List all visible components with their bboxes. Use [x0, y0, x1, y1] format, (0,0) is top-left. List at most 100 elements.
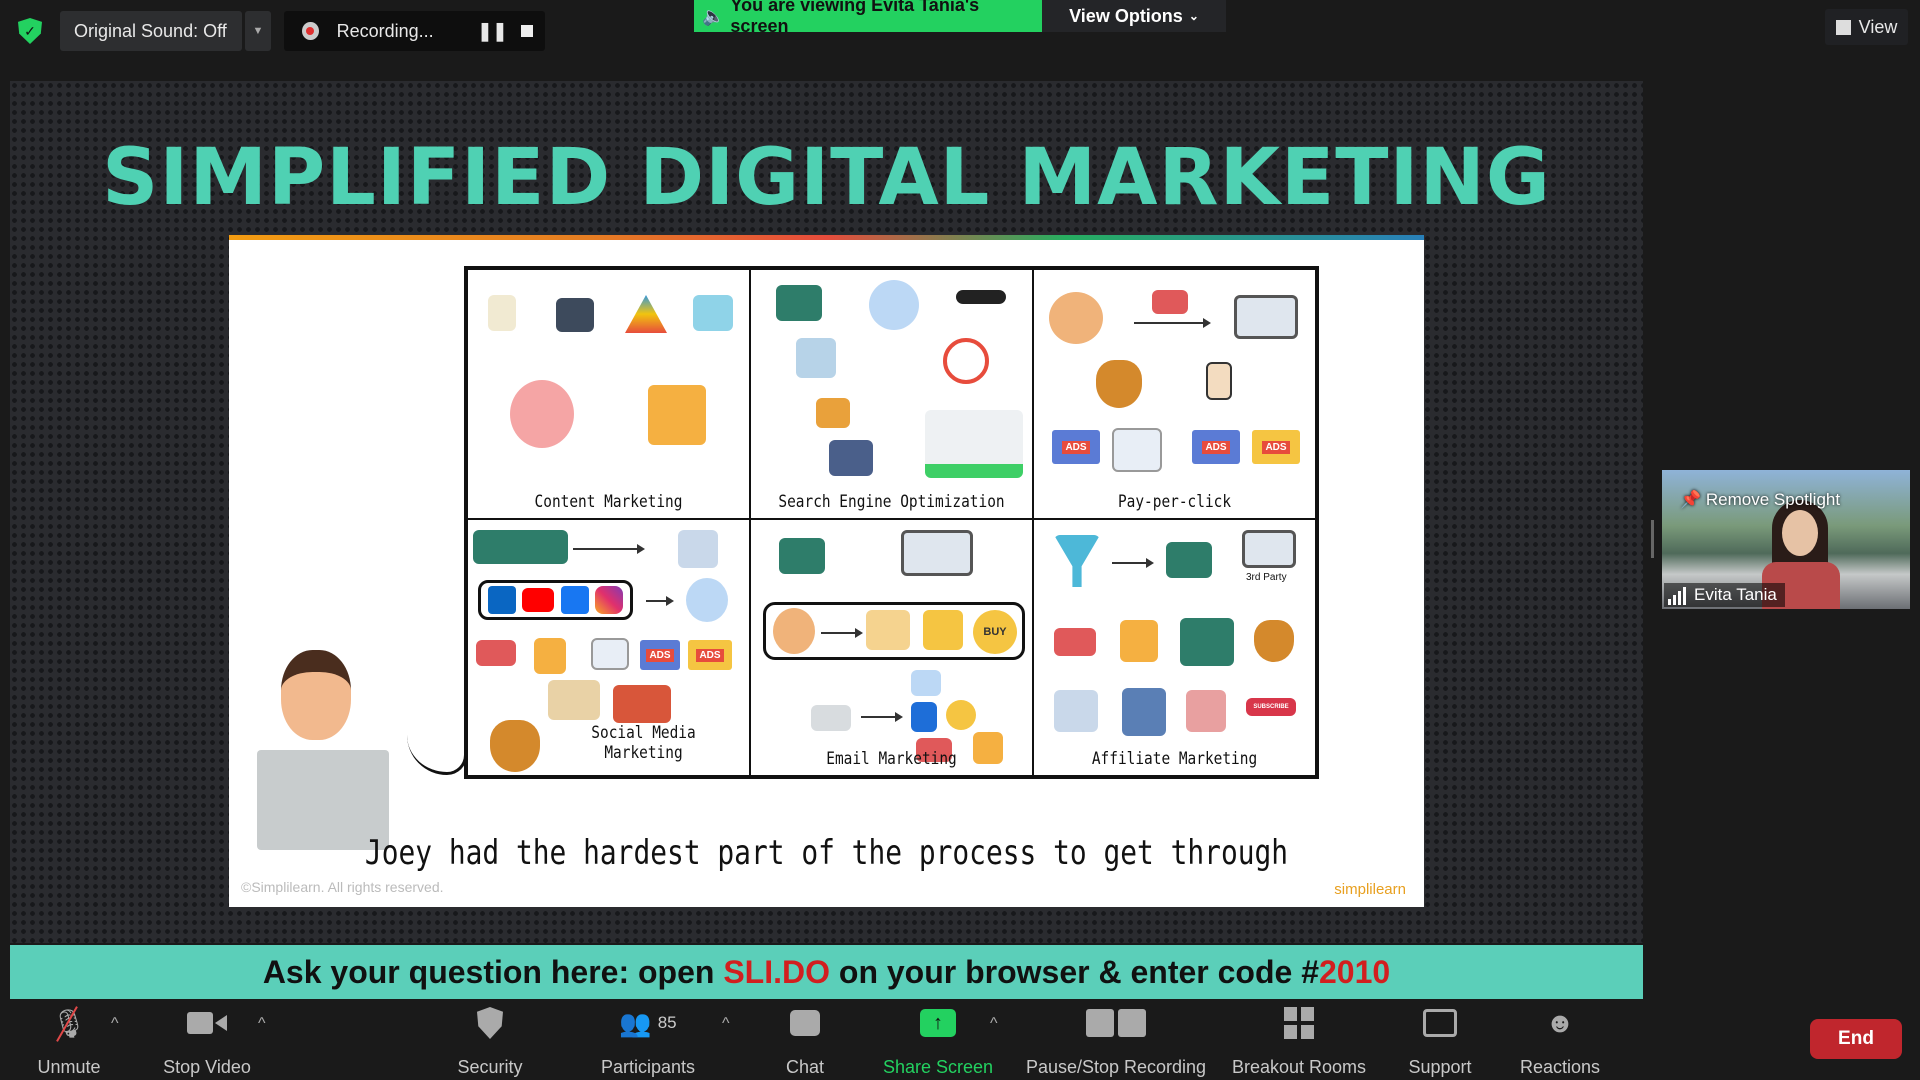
question-icon [911, 702, 937, 732]
pause-recording-button[interactable]: ❚❚ [475, 21, 510, 42]
slido-code: 2010 [1319, 954, 1391, 990]
original-sound-dropdown[interactable]: ▼ [245, 11, 271, 51]
cell-label: Content Marketing [534, 492, 683, 512]
gift-hands-icon [534, 638, 566, 674]
slide-title: SIMPLIFIED DIGITAL MARKETING [102, 133, 1551, 223]
cell-content-marketing: Content Marketing [467, 269, 750, 519]
color-bar [229, 235, 1424, 240]
cell-label: Affiliate Marketing [1091, 749, 1258, 769]
slide-caption: Joey had the hardest part of the process… [364, 833, 1289, 873]
team-icon [779, 538, 825, 574]
arrow [1134, 318, 1211, 328]
webpage-icon [1112, 428, 1162, 472]
monitor-icon [1242, 530, 1296, 568]
worker-icon [923, 610, 963, 650]
sliders-icon [829, 440, 873, 476]
participants-icon: 👥 [619, 1007, 652, 1038]
participants-button[interactable]: 👥 85 Participants [588, 1003, 708, 1078]
participants-options-caret[interactable]: ^ [722, 1015, 730, 1033]
view-button[interactable]: View [1825, 9, 1908, 45]
email-icon [811, 705, 851, 731]
audience-icon [473, 530, 568, 564]
buy-icon [946, 700, 976, 730]
end-meeting-button[interactable]: End [1810, 1019, 1902, 1059]
breakout-rooms-icon [1219, 1003, 1379, 1043]
cell-affiliate: 3rd Party SUBSCRIBE Affiliate Marketing [1033, 519, 1316, 776]
network-icon [686, 578, 728, 622]
reactions-button[interactable]: ☻ Reactions [1500, 1003, 1620, 1078]
arrow [821, 628, 863, 638]
stop-icon [1118, 1009, 1146, 1037]
chat-button[interactable]: Chat [745, 1003, 865, 1078]
money-bag-icon [1096, 360, 1142, 408]
ads-badge: ADS [688, 640, 732, 670]
megaphone-icon [1152, 290, 1188, 314]
speaker-icon: 🔈 [702, 5, 725, 26]
pause-stop-recording-button[interactable]: Pause/Stop Recording [1016, 1003, 1216, 1078]
view-options-button[interactable]: View Options ⌄ [1042, 0, 1226, 32]
share-screen-icon: ↑ [878, 1003, 998, 1043]
instagram-icon [594, 586, 623, 614]
ads-badge: ADS [1052, 430, 1100, 464]
video-icon [556, 298, 594, 332]
remove-spotlight-button[interactable]: 📌 Remove Spotlight [1680, 490, 1840, 510]
settings-icon [816, 398, 850, 428]
network-icon [1186, 690, 1226, 732]
analytics-icon [1054, 690, 1098, 732]
rainbow-book-icon [548, 680, 600, 720]
social-icons-box [478, 580, 633, 620]
slido-site: SLI.DO [723, 954, 830, 990]
stop-recording-button[interactable] [510, 25, 545, 37]
buy-icon: BUY [973, 610, 1017, 654]
webpage-icon [591, 638, 629, 670]
slido-banner: Ask your question here: open SLI.DO on y… [10, 945, 1643, 999]
speaker-name-tag: Evita Tania [1664, 583, 1785, 607]
copyright: ©Simplilearn. All rights reserved. [241, 879, 444, 895]
cell-social-media: ADS ADS Social Media Marketing [467, 519, 750, 776]
security-button[interactable]: Security [430, 1003, 550, 1078]
chevron-down-icon: ⌄ [1188, 9, 1199, 23]
network-icon [869, 280, 919, 330]
audio-options-caret[interactable]: ^ [111, 1015, 119, 1033]
funnel-icon [1054, 535, 1100, 587]
feedback-icon [866, 610, 910, 650]
security-shield-icon[interactable]: ✓ [18, 18, 42, 44]
chat-icon [911, 670, 941, 696]
strategy-icon [678, 530, 718, 568]
support-button[interactable]: Support [1380, 1003, 1500, 1078]
signal-bars-icon [1668, 587, 1686, 605]
facebook-icon [560, 586, 589, 614]
document-icon [488, 295, 516, 331]
caret-down-icon: ▼ [252, 25, 264, 37]
shield-icon [430, 1003, 550, 1043]
cell-ppc: ADS ADS ADS Pay-per-click [1033, 269, 1316, 519]
ads-badge: ADS [1192, 430, 1240, 464]
video-camera-icon [147, 1003, 267, 1043]
original-sound-button[interactable]: Original Sound: Off [60, 11, 242, 51]
share-screen-button[interactable]: ↑ Share Screen [878, 1003, 998, 1078]
people-icon [1049, 292, 1103, 344]
cell-seo: Search Engine Optimization [750, 269, 1033, 519]
video-options-caret[interactable]: ^ [258, 1015, 266, 1033]
speaker-video-tile[interactable]: 📌 Remove Spotlight Evita Tania [1662, 470, 1910, 609]
money-bag-icon [1254, 620, 1294, 662]
pyramid-icon [625, 295, 667, 333]
shared-screen: SIMPLIFIED DIGITAL MARKETING Content Mar… [10, 81, 1643, 943]
third-party-label: 3rd Party [1246, 572, 1287, 583]
target-icon [943, 338, 989, 384]
team-icon [776, 285, 822, 321]
chat-bubble-icon [745, 1003, 865, 1043]
linkedin-icon [488, 586, 517, 614]
ads-badge: ADS [1252, 430, 1300, 464]
stop-video-button[interactable]: Stop Video [147, 1003, 267, 1078]
share-options-caret[interactable]: ^ [990, 1015, 998, 1033]
breakout-rooms-button[interactable]: Breakout Rooms [1219, 1003, 1379, 1078]
handshake-icon [613, 685, 671, 723]
cell-label: Pay-per-click [1117, 492, 1232, 512]
money-bag-icon [490, 720, 540, 772]
split-handle[interactable] [1651, 520, 1654, 558]
arrow [1112, 558, 1154, 568]
heart-head-icon [510, 380, 574, 448]
joey-character [245, 650, 390, 855]
eyes-icon [956, 290, 1006, 304]
